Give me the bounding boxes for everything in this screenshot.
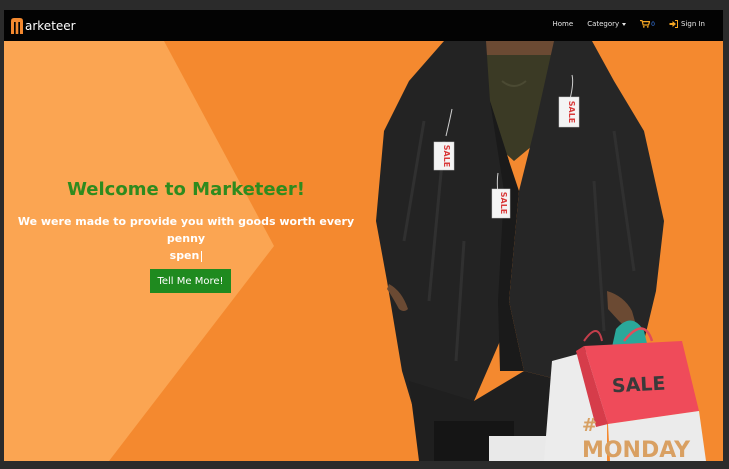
sale-tag-3: SALE [558,96,580,128]
nav-links: Home Category 0 Sign In [553,20,705,28]
brand-logo-icon [11,18,23,34]
tell-me-more-button[interactable]: Tell Me More! [150,269,231,293]
hero-tagline-line2: spen [169,249,200,262]
nav-home-link[interactable]: Home [553,20,574,28]
brand[interactable]: arketeer [10,16,76,36]
text-cursor-icon [201,250,203,262]
nav-cart-link[interactable]: 0 [640,20,655,28]
nav-category-label: Category [587,20,620,28]
sale-tag-1: SALE [433,141,455,171]
bag-hash-text: # [582,415,597,436]
hero-tagline: We were made to provide you with goods w… [14,213,358,264]
cart-icon [640,20,651,28]
hero-banner: SALE SALE SALE SALE # MONDAY Welcome to … [4,41,723,461]
app-frame: arketeer Home Category 0 Sign In SALE SA… [0,0,729,469]
navbar: arketeer Home Category 0 Sign In [4,10,723,41]
sale-tag-label: SALE [499,192,508,215]
brand-name: arketeer [25,19,76,33]
bag-monday-text: MONDAY [582,438,691,461]
sale-tag-2: SALE [491,188,511,219]
signin-label: Sign In [681,20,705,28]
sale-tag-label: SALE [442,145,451,168]
sale-tag-label: SALE [567,101,576,124]
nav-category-dropdown[interactable]: Category [587,20,627,28]
nav-signin-link[interactable]: Sign In [669,20,705,28]
bag-sale-text: SALE [611,373,666,398]
hero-tagline-line1: We were made to provide you with goods w… [17,215,355,245]
cart-count-badge: 0 [651,21,655,28]
hero-title: Welcome to Marketeer! [67,179,305,200]
sign-in-icon [669,20,678,28]
chevron-down-icon [622,22,627,26]
